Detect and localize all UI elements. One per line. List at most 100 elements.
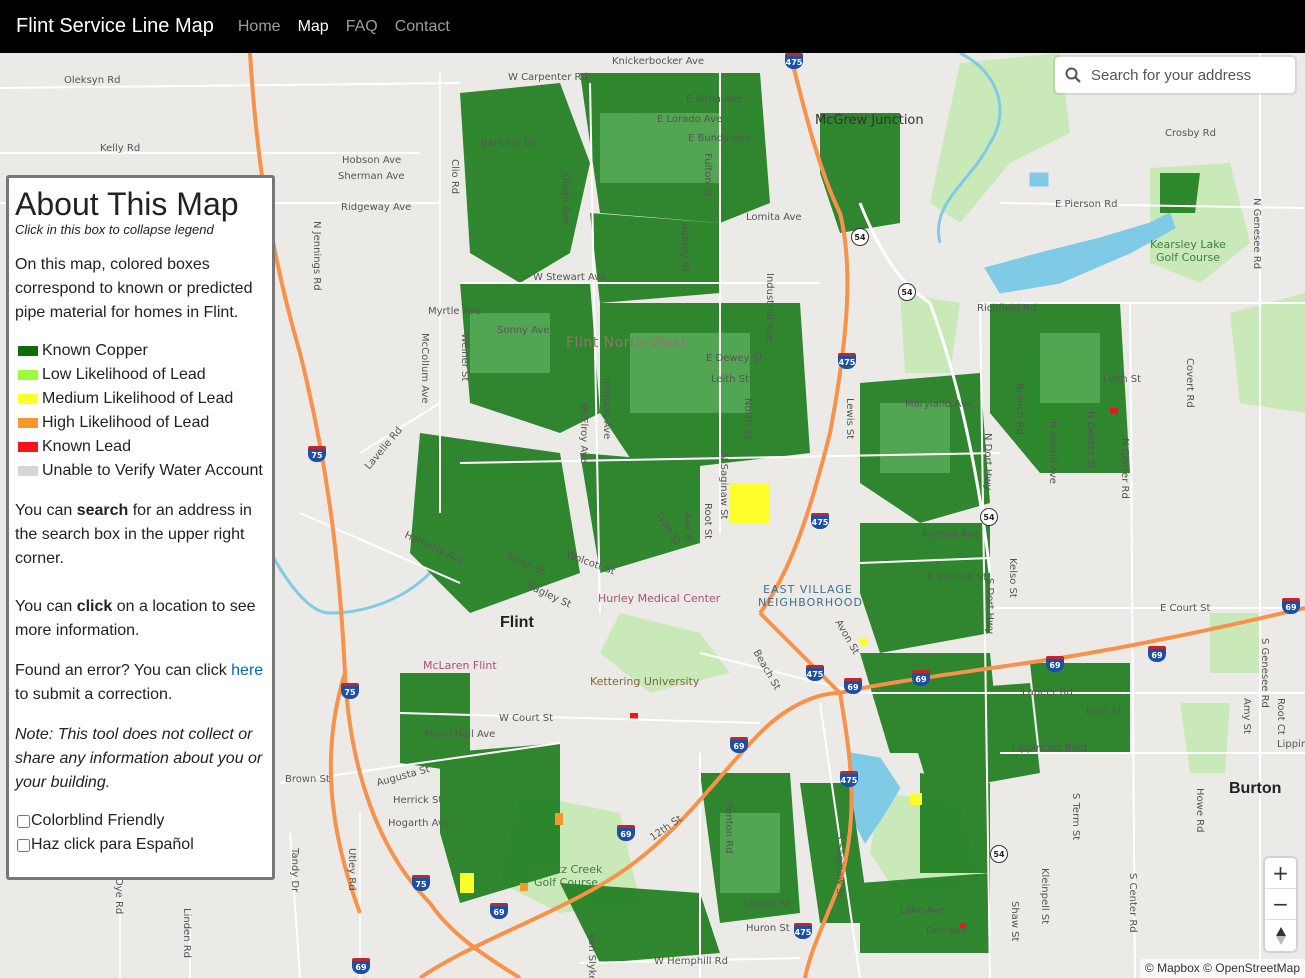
- interstate-69-shield: 69: [617, 825, 635, 841]
- street-label: N Center Rd: [1119, 438, 1130, 499]
- spanish-checkbox[interactable]: [17, 838, 30, 852]
- street-label: Lippin: [1277, 739, 1305, 750]
- legend-item-high-likelihood: High Likelihood of Lead: [15, 411, 267, 435]
- street-label: McColIum Ave: [419, 333, 430, 404]
- street-label: Iroquois Ave: [601, 378, 612, 440]
- place-label-mclaren: McLaren Flint: [423, 659, 497, 672]
- text: to submit a correction.: [15, 686, 173, 703]
- street-label: Lippincott Blvd: [1012, 743, 1087, 754]
- street-label: Lake Ave: [900, 905, 945, 916]
- interstate-69-shield: 69: [730, 737, 748, 753]
- interstate-69-shield: 69: [490, 903, 508, 919]
- street-label: E Pierson Rd: [1055, 199, 1118, 210]
- street-label: S Dort Hwy: [984, 578, 995, 635]
- street-label: S Center Rd: [1127, 873, 1138, 933]
- place-label-hurley: Hurley Medical Center: [598, 592, 721, 605]
- nav-home-link[interactable]: Home: [238, 18, 281, 36]
- street-label: S Genesee Rd: [1259, 638, 1270, 708]
- interstate-475-shield: 475: [785, 53, 803, 69]
- place-label-flint: Flint: [500, 614, 534, 631]
- legend-intro: On this map, colored boxes correspond to…: [15, 256, 253, 321]
- street-label: Sherman Ave: [338, 171, 405, 182]
- street-label: Lomita Ave: [746, 212, 802, 223]
- correction-link[interactable]: here: [231, 662, 263, 679]
- interstate-69-shield: 69: [912, 670, 930, 686]
- text-bold: search: [76, 502, 129, 519]
- street-label: N Genesee Rd: [1251, 198, 1262, 270]
- zoom-control: + −: [1265, 858, 1296, 951]
- interstate-475-shield: 475: [806, 665, 824, 681]
- interstate-475-shield: 475: [838, 353, 856, 369]
- street-label: McElroy Ave: [578, 403, 589, 464]
- street-label: S Saginaw St: [834, 833, 845, 899]
- legend-error-help: Found an error? You can click here to su…: [15, 659, 267, 707]
- street-label: Dye Rd: [113, 878, 124, 915]
- street-label: Van Slyke: [586, 933, 597, 978]
- route-54-shield: 54: [851, 228, 869, 246]
- street-label: Dell Ave: [926, 926, 967, 937]
- route-54-shield: 54: [898, 283, 916, 301]
- street-label: Kleinpell St: [1039, 868, 1050, 925]
- nav-faq-link[interactable]: FAQ: [346, 18, 378, 36]
- app-title[interactable]: Flint Service Line Map: [16, 15, 214, 38]
- street-label: W Hemphill Rd: [654, 956, 728, 967]
- place-label-flint-northwest: Flint North-West: [566, 335, 687, 351]
- street-label: Kelso St: [1007, 558, 1018, 598]
- zoom-out-button[interactable]: −: [1265, 889, 1296, 920]
- street-label: E Alma Ave: [686, 94, 743, 105]
- place-label-kettering: Kettering University: [590, 675, 700, 688]
- legend-search-help: You can search for an address in the sea…: [15, 499, 267, 571]
- street-label: Leland St: [744, 899, 791, 910]
- legend-panel[interactable]: About This Map Click in this box to coll…: [6, 175, 275, 880]
- street-label: N Dort Hwy: [982, 433, 993, 491]
- legend-item-medium-likelihood: Medium Likelihood of Lead: [15, 387, 267, 411]
- nav-contact-link[interactable]: Contact: [395, 18, 450, 36]
- street-label: Crosby Rd: [1165, 128, 1216, 139]
- text-bold: click: [76, 598, 113, 615]
- interstate-75-shield: 75: [341, 683, 359, 699]
- spanish-label: Haz click para Español: [31, 836, 194, 853]
- street-label: North St: [742, 398, 753, 440]
- street-label: Myrtle Ave: [428, 306, 482, 317]
- search-input[interactable]: [1091, 66, 1281, 84]
- street-label: Richfield Rd: [977, 303, 1037, 314]
- street-label: E Court St: [1160, 603, 1211, 614]
- address-search-box[interactable]: [1055, 57, 1295, 93]
- street-label: N Saginaw St: [718, 453, 729, 520]
- legend-item-known-copper: Known Copper: [15, 339, 267, 363]
- street-label: Leith St: [1103, 374, 1142, 385]
- street-label: E Bundy Ave: [688, 133, 751, 144]
- legend-swatch: [18, 466, 38, 476]
- compass-button[interactable]: [1265, 920, 1296, 951]
- street-label: Sonny Ave: [497, 325, 550, 336]
- street-label: W Stewart Ave: [533, 272, 607, 283]
- street-label: S Term St: [1070, 793, 1081, 841]
- interstate-69-shield: 69: [352, 958, 370, 974]
- place-label-mcgrew: McGrew Junction: [815, 113, 924, 128]
- zoom-in-button[interactable]: +: [1265, 858, 1296, 889]
- street-label: Barbara Dr: [481, 138, 536, 149]
- top-navbar: Flint Service Line Map Home Map FAQ Cont…: [0, 0, 1305, 53]
- legend-swatch: [18, 346, 38, 356]
- colorblind-label: Colorblind Friendly: [31, 812, 165, 829]
- place-label-swartz-creek: Swartz Creek Golf Course: [529, 863, 603, 889]
- map-attribution[interactable]: © Mapbox © OpenStreetMap: [1139, 959, 1305, 978]
- legend-privacy-note: Note: This tool does not collect or shar…: [15, 726, 263, 791]
- colorblind-toggle-row: Colorblind Friendly: [15, 809, 267, 833]
- street-label: Kansas Ave: [922, 529, 979, 540]
- street-label: Shaw St: [1009, 901, 1020, 942]
- place-label-east-village: EAST VILLAGE NEIGHBORHOOD: [758, 583, 863, 609]
- legend-item-label: Known Copper: [42, 342, 148, 359]
- interstate-475-shield: 475: [794, 923, 812, 939]
- street-label: Maryland Ave: [905, 399, 973, 410]
- colorblind-checkbox[interactable]: [17, 814, 30, 828]
- legend-items: Known Copper Low Likelihood of Lead Medi…: [15, 339, 267, 483]
- compass-icon: [1275, 926, 1286, 945]
- street-label: Oleksyn Rd: [64, 75, 121, 86]
- legend-swatch: [18, 394, 38, 404]
- nav-map-link[interactable]: Map: [298, 18, 329, 36]
- legend-collapse-hint: Click in this box to collapse legend: [15, 222, 214, 237]
- street-label: Industrial Ave: [764, 273, 775, 342]
- interstate-475-shield: 475: [811, 513, 829, 529]
- street-label: Brown St: [285, 774, 330, 785]
